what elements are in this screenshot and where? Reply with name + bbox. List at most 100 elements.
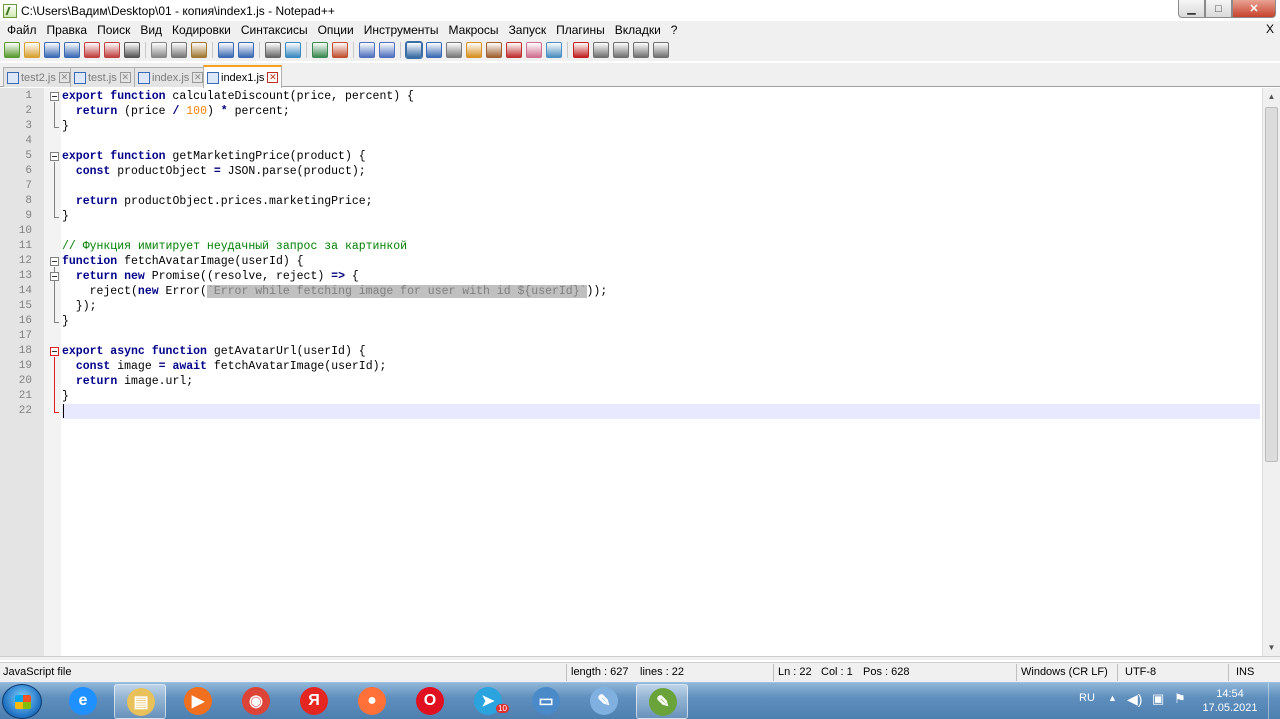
save-icon[interactable] [44,42,60,58]
save-macro-icon[interactable] [653,42,669,58]
cut-icon[interactable] [151,42,167,58]
menu-item[interactable]: Опции [313,23,359,37]
play-macro-icon[interactable] [613,42,629,58]
taskbar-app-button[interactable]: O [404,684,456,719]
code-line[interactable]: }); [62,299,1260,314]
code-line[interactable]: } [62,389,1260,404]
code-line[interactable]: reject(new Error(`Error while fetching i… [62,284,1260,299]
code-line[interactable]: return image.url; [62,374,1260,389]
menu-item[interactable]: Кодировки [167,23,236,37]
code-line[interactable] [62,224,1260,239]
code-line[interactable]: return productObject.prices.marketingPri… [62,194,1260,209]
volume-icon[interactable]: ◀) [1127,691,1142,719]
clock[interactable]: 14:54 17.05.2021 [1200,687,1260,715]
doc-map-icon[interactable] [486,42,502,58]
code-editor[interactable]: 1 2 3 4 5 6 7 8 9 10 11 12 13 14 15 16 17 18 19 20 21 22 expo… [0,88,1262,656]
record-macro-icon[interactable] [573,42,589,58]
code-line[interactable]: export function getMarketingPrice(produc… [62,149,1260,164]
new-file-icon[interactable] [4,42,20,58]
menu-item[interactable]: Вкладки [610,23,666,37]
menu-item[interactable]: Файл [2,23,42,37]
tab-index1-js[interactable]: index1.js ✕ [203,65,283,88]
code-line[interactable]: export function calculateDiscount(price,… [62,89,1260,104]
udl-icon[interactable] [466,42,482,58]
code-line[interactable]: const productObject = JSON.parse(product… [62,164,1260,179]
zoom-in-icon[interactable] [312,42,328,58]
tab-close-icon[interactable]: ✕ [267,72,279,83]
undo-icon[interactable] [218,42,234,58]
taskbar-app-button[interactable]: ▭ [520,684,572,719]
code-line[interactable]: function fetchAvatarImage(userId) { [62,254,1260,269]
code-line[interactable] [62,329,1260,344]
minimize-button[interactable]: ▁ [1178,0,1205,18]
taskbar-app-button[interactable]: ◉ [230,684,282,719]
menu-item[interactable]: Инструменты [359,23,444,37]
taskbar-app-button[interactable]: ✎ [636,684,688,719]
stop-macro-icon[interactable] [593,42,609,58]
redo-icon[interactable] [238,42,254,58]
taskbar-app-button[interactable]: ➤ 10 [462,684,514,719]
fold-toggle-icon[interactable] [50,152,59,161]
tab-test2-js[interactable]: test2.js ✕ [3,67,74,87]
menu-item[interactable]: ? [666,23,683,37]
menu-item[interactable]: Вид [135,23,167,37]
code-line[interactable]: // Функция имитирует неудачный запрос за… [62,239,1260,254]
fold-toggle-icon[interactable] [50,257,59,266]
taskbar-app-button[interactable]: Я [288,684,340,719]
code-line[interactable] [62,134,1260,149]
monitoring-icon[interactable] [546,42,562,58]
tray-language[interactable]: RU [1079,692,1095,719]
find-icon[interactable] [265,42,281,58]
tab-index-js[interactable]: index.js ✕ [134,67,208,87]
copy-icon[interactable] [171,42,187,58]
code-line[interactable] [62,179,1260,194]
close-all-icon[interactable] [104,42,120,58]
code-line[interactable]: return (price / 100) * percent; [62,104,1260,119]
close-icon[interactable] [84,42,100,58]
taskbar-app-button[interactable]: ● [346,684,398,719]
network-icon[interactable]: ▣ [1152,691,1164,719]
folder-workspace-icon[interactable] [526,42,542,58]
tray-expand-icon[interactable]: ▲ [1108,693,1117,719]
scrollbar-thumb[interactable] [1265,107,1278,462]
taskbar-app-button[interactable]: ▤ [114,684,166,719]
zoom-out-icon[interactable] [332,42,348,58]
sync-horizontal-icon[interactable] [379,42,395,58]
paste-icon[interactable] [191,42,207,58]
code-line[interactable] [62,404,1260,419]
menu-item[interactable]: Плагины [551,23,610,37]
save-all-icon[interactable] [64,42,80,58]
fold-toggle-icon[interactable] [50,272,59,281]
maximize-button[interactable]: □ [1205,0,1232,18]
word-wrap-icon[interactable] [405,41,423,59]
indent-guide-icon[interactable] [446,42,462,58]
code-line[interactable]: } [62,119,1260,134]
tab-test-js[interactable]: test.js ✕ [70,67,135,87]
replace-icon[interactable] [285,42,301,58]
show-desktop-button[interactable] [1268,683,1280,719]
run-macro-multiple-icon[interactable] [633,42,649,58]
vertical-scrollbar[interactable]: ▲ ▼ [1262,88,1280,656]
print-icon[interactable] [124,42,140,58]
sync-vertical-icon[interactable] [359,42,375,58]
code-line[interactable]: export async function getAvatarUrl(userI… [62,344,1260,359]
close-document-button[interactable]: X [1266,22,1274,36]
code-line[interactable]: const image = await fetchAvatarImage(use… [62,359,1260,374]
taskbar-app-button[interactable]: ✎ [578,684,630,719]
menu-item[interactable]: Поиск [92,23,135,37]
open-file-icon[interactable] [24,42,40,58]
taskbar-app-button[interactable]: e [57,684,109,719]
function-list-icon[interactable] [506,42,522,58]
tab-close-icon[interactable]: ✕ [119,72,131,83]
start-button[interactable] [2,684,42,719]
scroll-up-icon[interactable]: ▲ [1263,88,1280,105]
taskbar-app-button[interactable]: ▶ [172,684,224,719]
close-button[interactable]: ✕ [1232,0,1276,18]
scroll-down-icon[interactable]: ▼ [1263,639,1280,656]
tab-close-icon[interactable]: ✕ [58,72,70,83]
code-line[interactable]: } [62,209,1260,224]
all-chars-icon[interactable] [426,42,442,58]
code-line[interactable]: return new Promise((resolve, reject) => … [62,269,1260,284]
fold-toggle-icon[interactable] [50,92,59,101]
tab-close-icon[interactable]: ✕ [192,72,204,83]
